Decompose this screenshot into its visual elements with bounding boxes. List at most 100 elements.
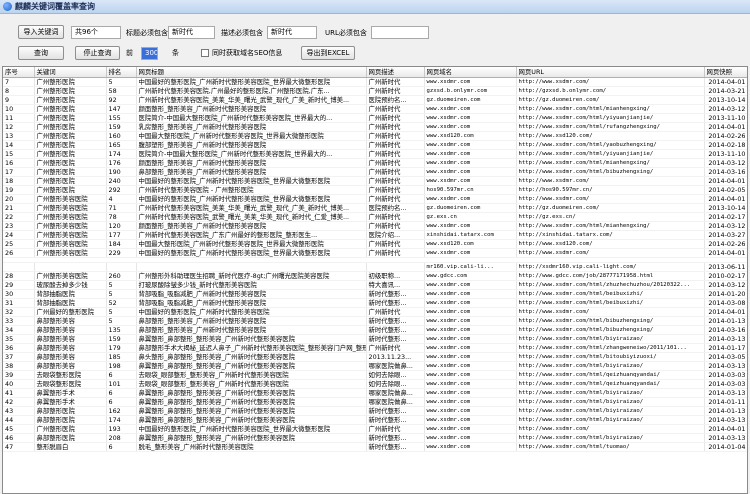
table-row[interactable]: 39 去眼袋整形医院 6 去眼袋_眼部整形_整形美容_广州新时代整形美容医院 如何去除眼… (3, 370, 747, 380)
table-cell-page-snapshot: 2014-03-03 (704, 379, 747, 389)
table-cell-page-title: 广州整形外科助理医生招聘_新时代医疗-8gt;广州曙光医院美容医院 (136, 271, 367, 281)
table-cell-keyword: 背部抽脂医院 (34, 298, 107, 308)
column-header-page-domain[interactable]: 网页域名 (424, 67, 517, 78)
table-cell-page-snapshot: 2014-03-21 (704, 86, 747, 96)
table-row[interactable]: 44 鼻部整形医院 174 鼻翼整形_鼻部整形_整形美容_广州新时代整形美容医院 新时代… (3, 415, 747, 425)
table-row[interactable]: 46 鼻部整形医院 208 鼻翼整形_鼻部整形_整形美容_广州新时代整形美容医院 新时代… (3, 433, 747, 443)
table-cell-page-snapshot: 2014-04-01 (704, 122, 747, 132)
table-cell-rank: 52 (106, 298, 137, 308)
table-cell-page-desc: 广州新时代 (366, 248, 425, 258)
table-row[interactable]: mr160.vip.cali-li... http://xsdmr160.vip.… (3, 262, 747, 272)
table-cell-page-url: http://www.xsdmr.com/html/biyiraizao/ (516, 388, 705, 398)
table-row[interactable]: 28 广州整形美容医院 260 广州整形外科助理医生招聘_新时代医疗-8gt;广州曙光… (3, 271, 747, 281)
stop-query-button[interactable]: 停止查询 (75, 46, 120, 60)
table-cell-index: 35 (3, 334, 35, 344)
table-row[interactable]: 40 去眼袋整形医院 101 去眼袋_眼部整形_整形美容_广州新时代整形美容医院 如何去… (3, 379, 747, 389)
table-row[interactable]: 34 鼻部整形美容 135 鼻部整形_整形美容_广州新时代整形美容医院 新时代整形...… (3, 325, 747, 335)
table-row[interactable]: 41 鼻翼整形手术 6 鼻翼整形_鼻部整形_整形美容_广州新时代整形美容医院 哪家医院做… (3, 388, 747, 398)
column-header-page-url[interactable]: 网页URL (516, 67, 705, 78)
table-row[interactable]: 36 鼻部整形美容 179 鼻部整形手术大揭秘_延迟人鼻子_广州新时代整形美容医院_整… (3, 343, 747, 353)
top-n-input[interactable]: 300 (141, 47, 158, 60)
table-row[interactable]: 9 广州整形医院 92 广州新时代整形美容医院_美莱_华美_曙光_武警_现代_广美_新… (3, 95, 747, 105)
table-cell-page-snapshot: 2014-03-16 (704, 325, 747, 335)
table-row[interactable]: 24 广州整形美容医院 177 广州新时代整形美容医院_广东广州最好的整形医院_整形医… (3, 230, 747, 240)
table-cell-index: 36 (3, 343, 35, 353)
seo-info-checkbox[interactable] (201, 49, 209, 57)
table-row[interactable]: 42 鼻翼整形手术 6 鼻翼整形_鼻部整形_整形美容_广州新时代整形美容医院 哪家医院做… (3, 397, 747, 407)
table-row[interactable]: 29 玻尿酸去掉多少钱 5 打玻尿酸除皱多少钱_新时代整形美容医院 特大喜讯... www… (3, 280, 747, 290)
table-cell-rank: 198 (106, 361, 137, 371)
table-cell-page-url: http://www.xsdmr.com/ (516, 194, 705, 204)
table-row[interactable]: 47 整形脱眉白 6 脱毛_整形美容_广州新时代整形美容医院 新时代整形... www.x… (3, 442, 747, 452)
table-row[interactable]: 26 广州整形美容医院 229 中国最好的整形医院_广州新时代整形美容医院_世界最大微… (3, 248, 747, 258)
url-contains-input[interactable] (371, 26, 429, 39)
table-row[interactable]: 20 广州整形美容医院 4 中国最好的整形医院_广州新时代整形美容医院_世界最大微整形… (3, 194, 747, 204)
table-row[interactable]: 15 广州整形医院 174 医院简介-中国最大整形医院_广州新时代整形美容医院_世界最… (3, 149, 747, 159)
column-header-page-snapshot[interactable]: 网页快照 (704, 67, 747, 78)
table-cell-page-url: http://www.xsdmr.com/html/mianhengxing/ (516, 104, 705, 114)
table-row[interactable]: 12 广州整形医院 159 乳房整形_整形美容_广州新时代整形美容医院 广州新时代 www… (3, 122, 747, 132)
table-cell-index: 45 (3, 424, 35, 434)
table-cell-page-desc: 新时代整形... (366, 433, 425, 443)
table-row[interactable]: 8 广州整形医院 58 广州新时代整形美容医院,广州最好的整形医院,广州整形医院,广东… (3, 86, 747, 96)
title-contains-input[interactable]: 新时代 (168, 26, 215, 39)
table-cell-page-title: 鼻翼整形_鼻部整形_整形美容_广州新时代整形美容医院 (136, 415, 367, 425)
table-row[interactable]: 43 鼻部整形医院 162 鼻翼整形_鼻部整形_整形美容_广州新时代整形美容医院 新时代… (3, 406, 747, 416)
table-row[interactable]: 17 广州整形医院 190 鼻部整形_整形美容_广州新时代整形美容医院 广州新时代 www… (3, 167, 747, 177)
table-cell-keyword: 广州整形美容医院 (34, 239, 107, 249)
column-header-page-desc[interactable]: 网页描述 (366, 67, 425, 78)
table-row[interactable]: 31 背部抽脂医院 52 背部吸脂_吸脂减肥_广州新时代整形美容医院 新时代整形... w… (3, 298, 747, 308)
table-row[interactable]: 21 广州整形美容医院 71 广州新时代整形美容医院_美莱_华美_曙光_武警_现代_广… (3, 203, 747, 213)
table-row[interactable]: 45 广州整形医院 193 中国最好的整形医院_广州新时代整形美容医院_世界最大微整形… (3, 424, 747, 434)
table-cell-page-url: http://www.xsd120.com/ (516, 131, 705, 141)
table-cell-page-snapshot: 2013-06-11 (704, 262, 747, 272)
table-cell-page-snapshot: 2014-02-17 (704, 212, 747, 222)
table-cell-page-title: 中国最大整形医院_广州新时代整形美容医院_世界最大微整形医院 (136, 131, 367, 141)
table-cell-page-desc: 广州新时代 (366, 149, 425, 159)
column-header-keyword[interactable]: 关键词 (34, 67, 107, 78)
table-cell-rank: 260 (106, 271, 137, 281)
table-row[interactable]: 25 广州整形美容医院 184 中国最大整形医院_广州新时代整形美容医院_世界最大微整… (3, 239, 747, 249)
table-row[interactable]: 11 广州整形医院 155 医院简介-中国最大整形医院_广州新时代整形美容医院_世界最… (3, 113, 747, 123)
table-row[interactable]: 23 广州整形美容医院 120 颜面整形_整形美容_广州新时代整形美容医院 广州新时代 w… (3, 221, 747, 231)
table-cell-rank: 6 (106, 397, 137, 407)
import-keywords-button[interactable]: 导入关键词 (18, 25, 64, 39)
table-row[interactable]: 22 广州整形美容医院 78 广州新时代整形美容医院_武警_曙光_美莱_华美_现代_新… (3, 212, 747, 222)
results-grid[interactable]: 序号 关键词 排名 网页标题 网页描述 网页域名 网页URL 网页快照 7 广州整形医院 5 中国最… (2, 66, 748, 494)
table-row[interactable]: 38 鼻部整形美容 198 鼻翼整形_鼻部整形_整形美容_广州新时代整形美容医院 哪家医… (3, 361, 747, 371)
column-header-rank[interactable]: 排名 (106, 67, 137, 78)
table-row[interactable]: 18 广州整形医院 240 中国最好的整形医院_广州新时代整形美容医院_世界最大微整形… (3, 176, 747, 186)
table-cell-page-snapshot: 2014-03-13 (704, 361, 747, 371)
table-cell-rank: 179 (106, 343, 137, 353)
table-row[interactable]: 13 广州整形医院 160 中国最大整形医院_广州新时代整形美容医院_世界最大微整形医… (3, 131, 747, 141)
toolbar: 导入关键词 共96个 标题必须包含 新时代 描述必须包含 新时代 URL必须包含… (0, 14, 750, 64)
column-header-page-title[interactable]: 网页标题 (136, 67, 367, 78)
table-cell-rank: 240 (106, 176, 137, 186)
table-row[interactable]: 35 鼻部整形美容 159 鼻翼整形_鼻部整形_整形美容_广州新时代整形美容医院 新时代… (3, 334, 747, 344)
table-row[interactable]: 37 鼻部整形美容 185 鼻头整形_鼻部整形_整形美容_广州新时代整形美容医院 201… (3, 352, 747, 362)
table-row[interactable]: 33 鼻部整形美容 5 鼻部整形_整形美容_广州新时代整形美容医院 新时代整形... ww… (3, 316, 747, 326)
table-cell-keyword: 鼻部整形美容 (34, 343, 107, 353)
table-row[interactable]: 7 广州整形医院 5 中国最好的整形医院_广州新时代整形美容医院_世界最大微整形医院广… (3, 77, 747, 87)
table-cell-page-title: 鼻翼整形_鼻部整形_整形美容_广州新时代整形美容医院 (136, 397, 367, 407)
table-row[interactable]: 30 背部抽脂医院 5 背部吸脂_吸脂减肥_广州新时代整形美容医院 新时代整形... ww… (3, 289, 747, 299)
table-row[interactable]: 16 广州整形医院 176 颜面整形_整形美容_广州新时代整形美容医院 广州新时代 www… (3, 158, 747, 168)
table-cell-page-title: 颜面整形_整形美容_广州新时代整形美容医院 (136, 104, 367, 114)
table-cell-rank: 101 (106, 379, 137, 389)
table-row[interactable]: 32 广州最好的整形医院 5 中国最好的整形医院_广州新时代整形美容医院 广州新时代 ww… (3, 307, 747, 317)
table-cell-index: 28 (3, 271, 35, 281)
table-row[interactable]: 10 广州整形医院 147 颜面整形_整形美容_广州新时代整形美容医院 广州新时代 www… (3, 104, 747, 114)
desc-contains-input[interactable]: 新时代 (267, 26, 317, 39)
table-cell-page-domain: www.xsdmr.com (424, 248, 517, 258)
query-button[interactable]: 查询 (18, 46, 64, 60)
table-row[interactable]: 19 广州整形医院 292 广州新时代整形美容医院 - 广州整形医院 广州新时代 hos9… (3, 185, 747, 195)
table-cell-index: 14 (3, 140, 35, 150)
column-header-index[interactable]: 序号 (3, 67, 35, 78)
table-cell-page-title: 中国最大整形医院_广州新时代整形美容医院_世界最大微整形医院 (136, 239, 367, 249)
table-cell-keyword: 鼻部整形医院 (34, 406, 107, 416)
table-cell-page-snapshot: 2014-01-13 (704, 316, 747, 326)
table-cell-page-url: http://www.xsdmr.com/html/zhuzhechuzhou/… (516, 280, 705, 290)
table-row[interactable]: 14 广州整形医院 165 腹部塑形_整形美容_广州新时代整形美容医院 广州新时代 www… (3, 140, 747, 150)
table-cell-page-url: http://www.xsdmr.com/html/biyiraizao/ (516, 397, 705, 407)
export-excel-button[interactable]: 导出到EXCEL (301, 46, 355, 60)
